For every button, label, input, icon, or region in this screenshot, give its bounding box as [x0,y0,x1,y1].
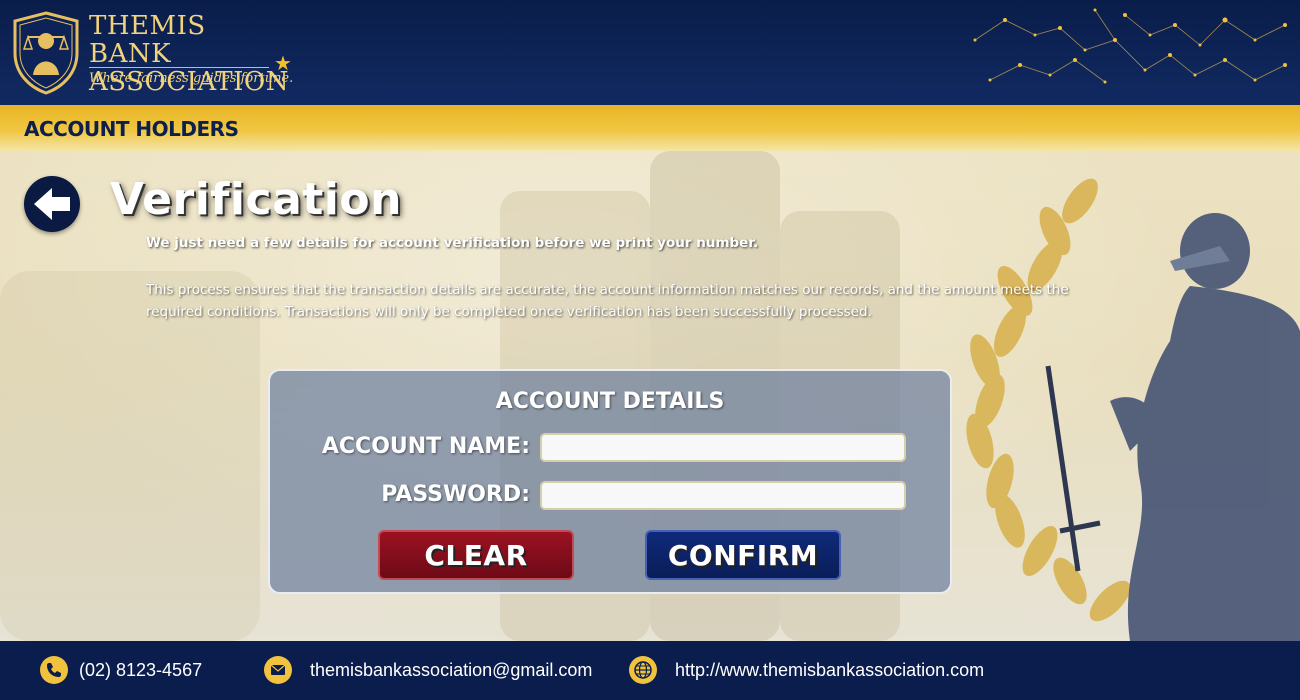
intro-lead: We just need a few details for account v… [146,235,759,251]
envelope-icon [264,656,292,684]
account-details-form: ACCOUNT DETAILS ACCOUNT NAME: PASSWORD: … [268,369,952,594]
account-name-label: ACCOUNT NAME: [321,434,530,459]
constellation-decoration [973,8,1287,84]
password-label: PASSWORD: [381,482,530,507]
page-title: Verification [110,174,402,225]
contact-website[interactable]: http://www.themisbankassociation.com [675,660,984,681]
password-input[interactable] [540,481,906,510]
arrow-left-icon [34,188,70,220]
contact-email[interactable]: themisbankassociation@gmail.com [310,660,592,681]
form-heading: ACCOUNT DETAILS [495,389,725,414]
brand-tagline: Where fairness guides fortune. [89,71,294,86]
phone-icon [40,656,68,684]
section-bar: ACCOUNT HOLDERS [0,105,1300,151]
main-content: Verification We just need a few details … [0,151,1300,641]
globe-icon [629,656,657,684]
top-header: THEMIS BANK ASSOCIATION Where fairness g… [0,0,1300,105]
contact-phone: (02) 8123-4567 [79,660,203,680]
back-button[interactable] [24,176,80,232]
clear-button[interactable]: CLEAR [378,530,574,580]
brand-divider [89,67,269,68]
intro-description: This process ensures that the transactio… [146,282,1069,320]
star-icon: ★ [274,51,292,75]
footer: (02) 8123-4567 themisbankassociation@gma… [0,641,1300,700]
confirm-button[interactable]: CONFIRM [645,530,841,580]
account-name-input[interactable] [540,433,906,462]
section-title: ACCOUNT HOLDERS [24,117,239,141]
themis-shield-logo-icon [13,11,79,95]
